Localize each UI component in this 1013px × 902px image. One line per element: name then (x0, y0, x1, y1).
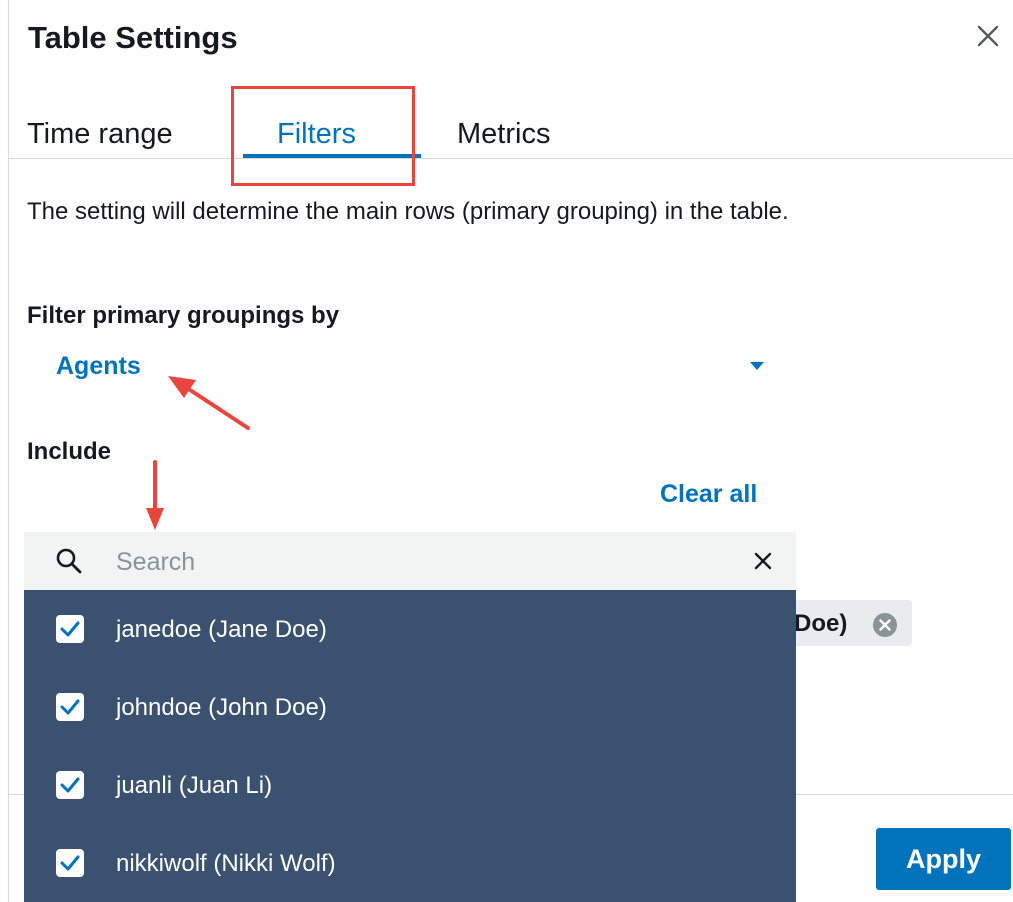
arrow-to-search-icon (146, 460, 164, 530)
agents-dropdown-list: janedoe (Jane Doe) johndoe (John Doe) ju… (24, 590, 796, 902)
tab-bar: Time range Filters Metrics (9, 96, 1013, 159)
option-nikkiwolf[interactable]: nikkiwolf (Nikki Wolf) (24, 824, 796, 902)
close-icon (977, 25, 999, 47)
clear-search-icon[interactable] (750, 548, 776, 574)
token-label: Doe) (794, 610, 848, 637)
close-button[interactable] (970, 18, 1006, 54)
tab-metrics[interactable]: Metrics (457, 118, 550, 151)
option-label: nikkiwolf (Nikki Wolf) (116, 850, 336, 877)
option-johndoe[interactable]: johndoe (John Doe) (24, 668, 796, 746)
dialog-title: Table Settings (28, 20, 238, 55)
option-label: juanli (Juan Li) (116, 772, 273, 799)
option-juanli[interactable]: juanli (Juan Li) (24, 746, 796, 824)
search-input[interactable] (114, 541, 718, 583)
option-label: janedoe (Jane Doe) (116, 616, 327, 643)
checkbox-checked[interactable] (56, 771, 84, 799)
group-by-value: Agents (56, 352, 141, 380)
selected-token: Doe) (780, 600, 912, 646)
tab-time-range[interactable]: Time range (27, 118, 173, 151)
checkbox-checked[interactable] (56, 849, 84, 877)
filters-description: The setting will determine the main rows… (27, 198, 789, 225)
search-icon (56, 548, 82, 574)
option-label: johndoe (John Doe) (116, 694, 327, 721)
filters-tab-highlight (231, 86, 415, 186)
check-icon (60, 699, 80, 715)
remove-icon (873, 613, 897, 637)
group-by-label: Filter primary groupings by (27, 302, 340, 329)
search-bar (24, 532, 796, 590)
token-remove-button[interactable] (872, 612, 898, 638)
group-by-select[interactable]: Agents (40, 344, 770, 388)
checkbox-checked[interactable] (56, 615, 84, 643)
checkbox-checked[interactable] (56, 693, 84, 721)
caret-down-icon (750, 362, 764, 370)
check-icon (60, 855, 80, 871)
clear-all-link[interactable]: Clear all (660, 480, 757, 509)
include-label: Include (27, 438, 112, 465)
check-icon (60, 621, 80, 637)
option-janedoe[interactable]: janedoe (Jane Doe) (24, 590, 796, 668)
apply-button[interactable]: Apply (876, 828, 1011, 890)
check-icon (60, 777, 80, 793)
table-settings-dialog: Table Settings Time range Filters Metric… (0, 0, 1013, 902)
